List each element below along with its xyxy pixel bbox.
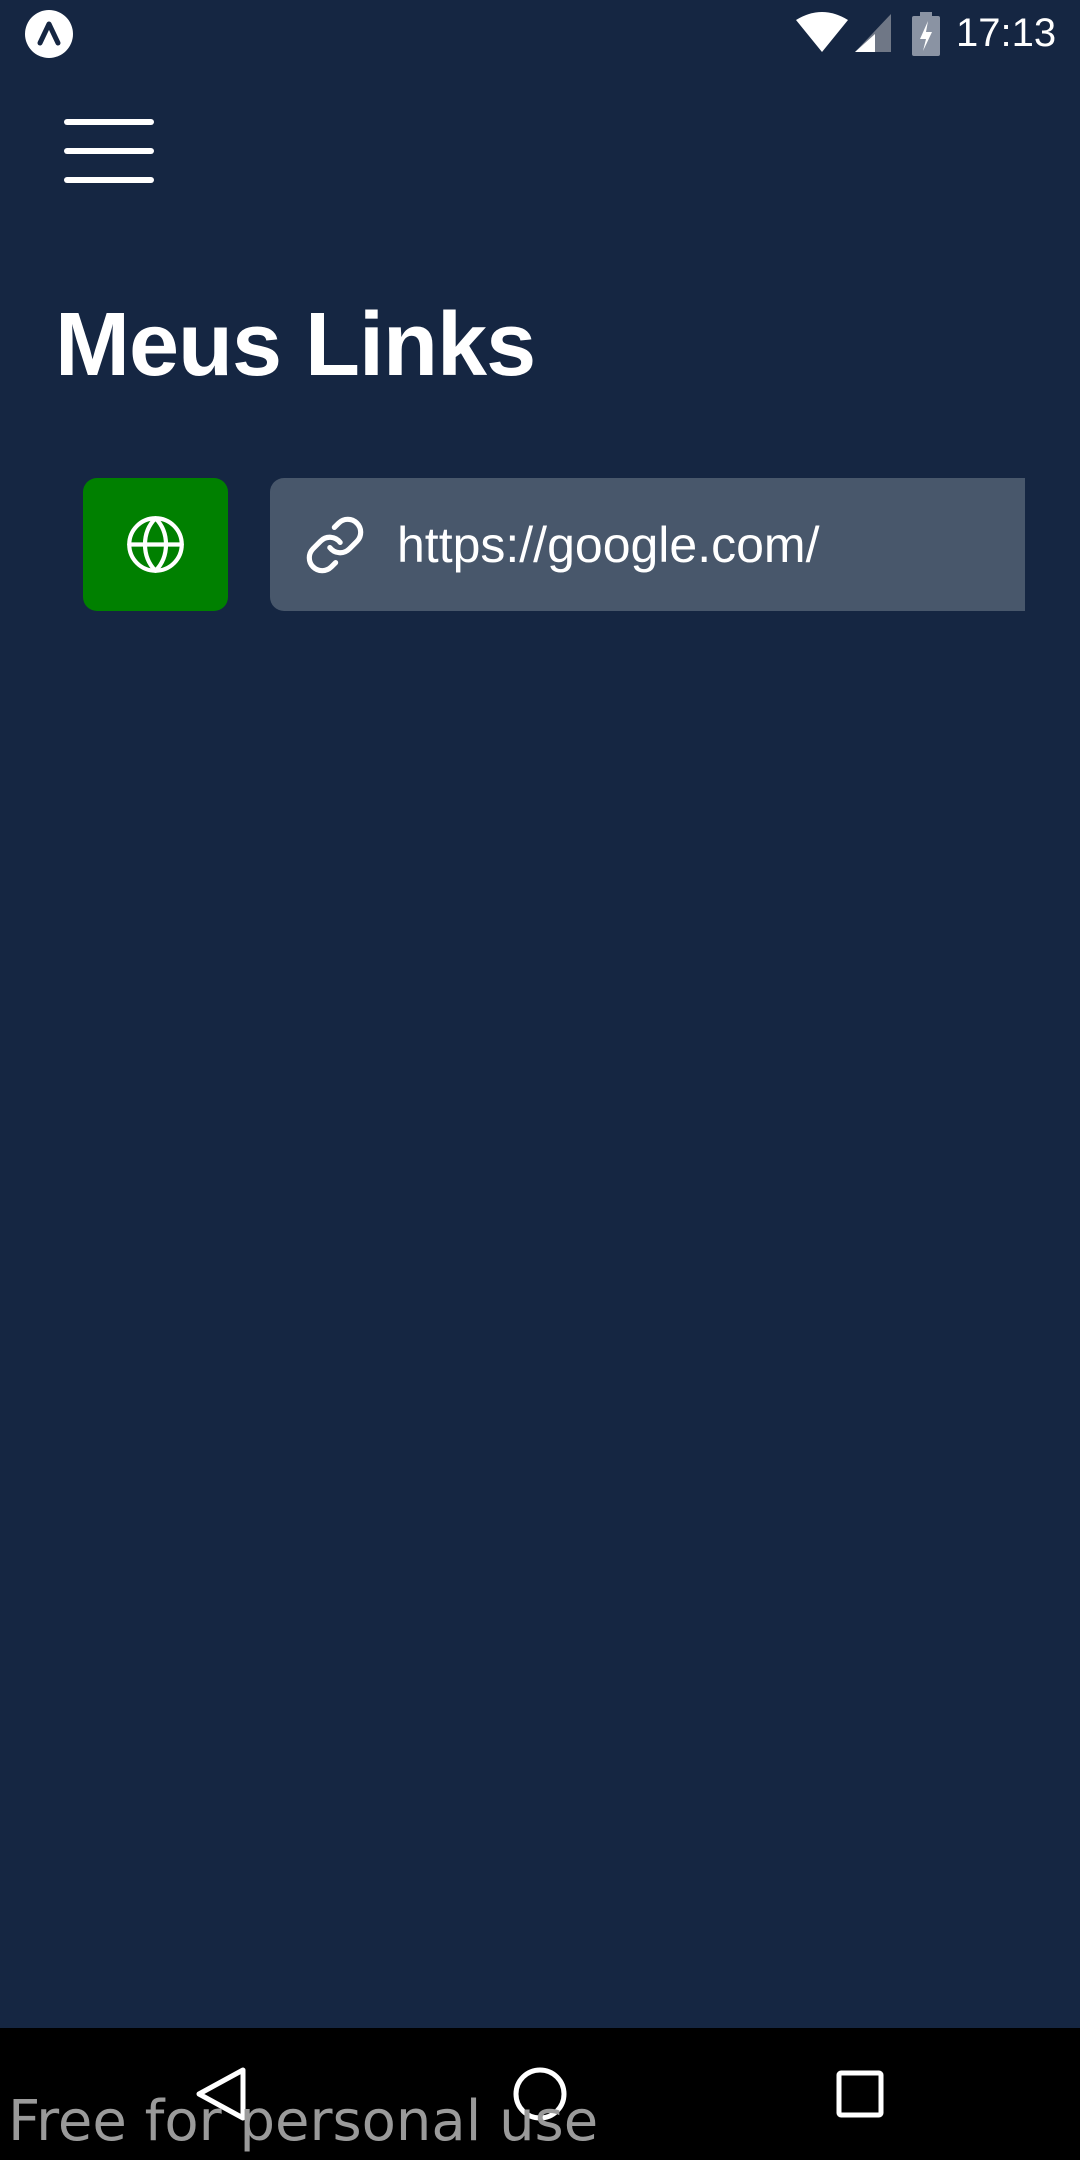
status-clock: 17:13 bbox=[956, 11, 1057, 55]
wifi-icon bbox=[796, 12, 848, 52]
link-list-item: https://google.com/ bbox=[83, 478, 1025, 611]
battery-charging-icon bbox=[912, 12, 940, 56]
menu-button[interactable] bbox=[60, 115, 156, 187]
page-title: Meus Links bbox=[55, 295, 536, 395]
link-icon bbox=[306, 516, 364, 574]
hamburger-menu-icon bbox=[64, 119, 154, 125]
app-notification-icon bbox=[25, 10, 73, 58]
hamburger-menu-icon-line bbox=[64, 148, 154, 154]
open-site-button[interactable] bbox=[83, 478, 228, 611]
globe-icon bbox=[127, 516, 184, 573]
signal-icon bbox=[855, 14, 891, 52]
link-url-text: https://google.com/ bbox=[397, 517, 820, 573]
watermark-text: Free for personal use bbox=[8, 2089, 599, 2154]
hamburger-menu-icon-line bbox=[64, 177, 154, 183]
link-url-field[interactable]: https://google.com/ bbox=[270, 478, 1025, 611]
app-screen: 17:13 Meus Links https://google.com/ Fre… bbox=[0, 0, 1080, 2160]
recents-icon[interactable] bbox=[836, 2070, 884, 2118]
status-bar: 17:13 bbox=[0, 0, 1080, 66]
